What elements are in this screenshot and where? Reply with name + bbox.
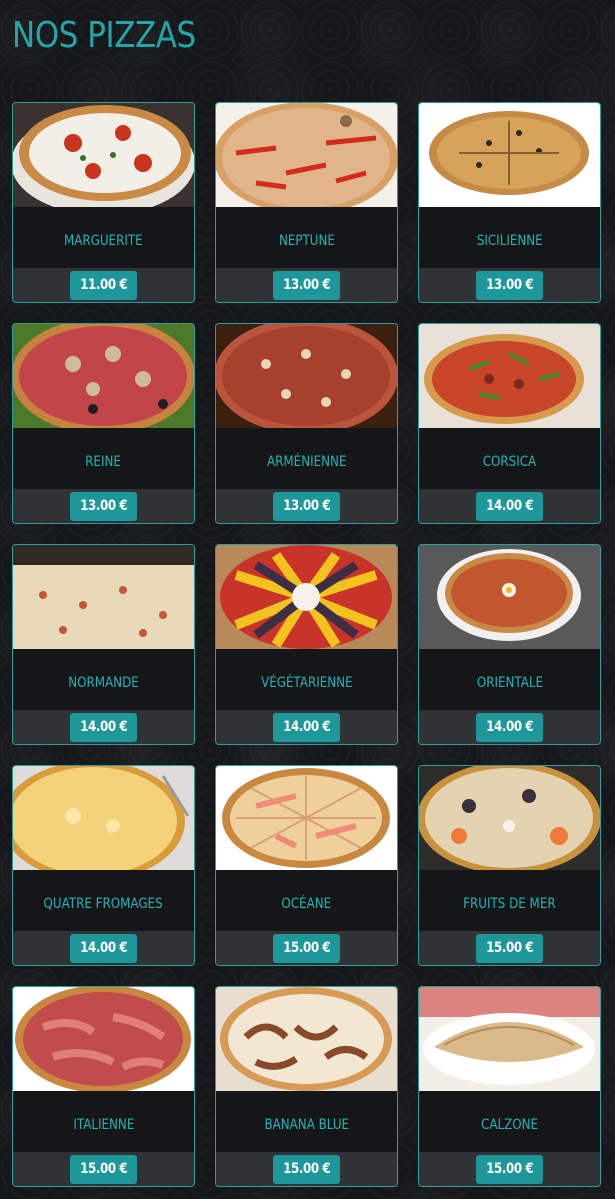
pizza-name: ORIENTALE (476, 674, 543, 691)
pizza-card[interactable]: QUATRE FROMAGES 14.00 € (12, 765, 195, 966)
pizza-photo (13, 545, 194, 649)
pizza-photo (419, 766, 600, 870)
pizza-grid: MARGUERITE 11.00 € NEPTUNE 13.00 € SICIL… (12, 102, 601, 1187)
pizza-name: NORMANDE (68, 674, 139, 691)
pizza-name: QUATRE FROMAGES (43, 895, 164, 912)
price-badge: 14.00 € (272, 712, 341, 742)
pizza-name: VÉGÉTARIENNE (260, 674, 353, 691)
pizza-card[interactable]: MARGUERITE 11.00 € (12, 102, 195, 303)
price-badge: 14.00 € (475, 712, 544, 742)
pizza-card[interactable]: SICILIENNE 13.00 € (418, 102, 601, 303)
pizza-photo (216, 987, 397, 1091)
price-badge: 14.00 € (475, 491, 544, 521)
price-badge: 15.00 € (475, 1154, 544, 1184)
pizza-photo (13, 766, 194, 870)
pizza-photo (13, 987, 194, 1091)
pizza-card[interactable]: FRUITS DE MER 15.00 € (418, 765, 601, 966)
pizza-photo (13, 103, 194, 207)
pizza-card[interactable]: ORIENTALE 14.00 € (418, 544, 601, 745)
pizza-card[interactable]: REINE 13.00 € (12, 323, 195, 524)
pizza-card[interactable]: OCÉANE 15.00 € (215, 765, 398, 966)
price-badge: 15.00 € (272, 933, 341, 963)
price-badge: 15.00 € (69, 1154, 138, 1184)
page-title: NOS PIZZAS (12, 15, 196, 56)
pizza-photo (216, 766, 397, 870)
pizza-name: ARMÉNIENNE (266, 453, 347, 470)
pizza-photo (419, 545, 600, 649)
pizza-card[interactable]: ITALIENNE 15.00 € (12, 986, 195, 1187)
price-badge: 15.00 € (475, 933, 544, 963)
price-badge: 13.00 € (475, 270, 544, 300)
price-badge: 14.00 € (69, 712, 138, 742)
price-badge: 15.00 € (272, 1154, 341, 1184)
pizza-name: FRUITS DE MER (463, 895, 556, 912)
pizza-name: SICILIENNE (476, 232, 543, 249)
price-badge: 11.00 € (69, 270, 138, 300)
pizza-name: BANANA BLUE (264, 1116, 349, 1133)
pizza-name: NEPTUNE (278, 232, 335, 249)
pizza-photo (419, 324, 600, 428)
pizza-name: CORSICA (482, 453, 537, 470)
pizza-photo (419, 987, 600, 1091)
pizza-photo (216, 324, 397, 428)
pizza-name: CALZONE (480, 1116, 539, 1133)
price-badge: 13.00 € (69, 491, 138, 521)
pizza-photo (216, 103, 397, 207)
pizza-name: REINE (85, 453, 122, 470)
pizza-card[interactable]: ARMÉNIENNE 13.00 € (215, 323, 398, 524)
price-badge: 14.00 € (69, 933, 138, 963)
pizza-name: ITALIENNE (73, 1116, 134, 1133)
pizza-card[interactable]: CORSICA 14.00 € (418, 323, 601, 524)
pizza-card[interactable]: NORMANDE 14.00 € (12, 544, 195, 745)
pizza-card[interactable]: VÉGÉTARIENNE 14.00 € (215, 544, 398, 745)
pizza-photo (216, 545, 397, 649)
pizza-card[interactable]: BANANA BLUE 15.00 € (215, 986, 398, 1187)
pizza-card[interactable]: CALZONE 15.00 € (418, 986, 601, 1187)
pizza-photo (13, 324, 194, 428)
pizza-photo (419, 103, 600, 207)
price-badge: 13.00 € (272, 270, 341, 300)
price-badge: 13.00 € (272, 491, 341, 521)
pizza-card[interactable]: NEPTUNE 13.00 € (215, 102, 398, 303)
pizza-name: MARGUERITE (64, 232, 143, 249)
pizza-name: OCÉANE (281, 895, 332, 912)
